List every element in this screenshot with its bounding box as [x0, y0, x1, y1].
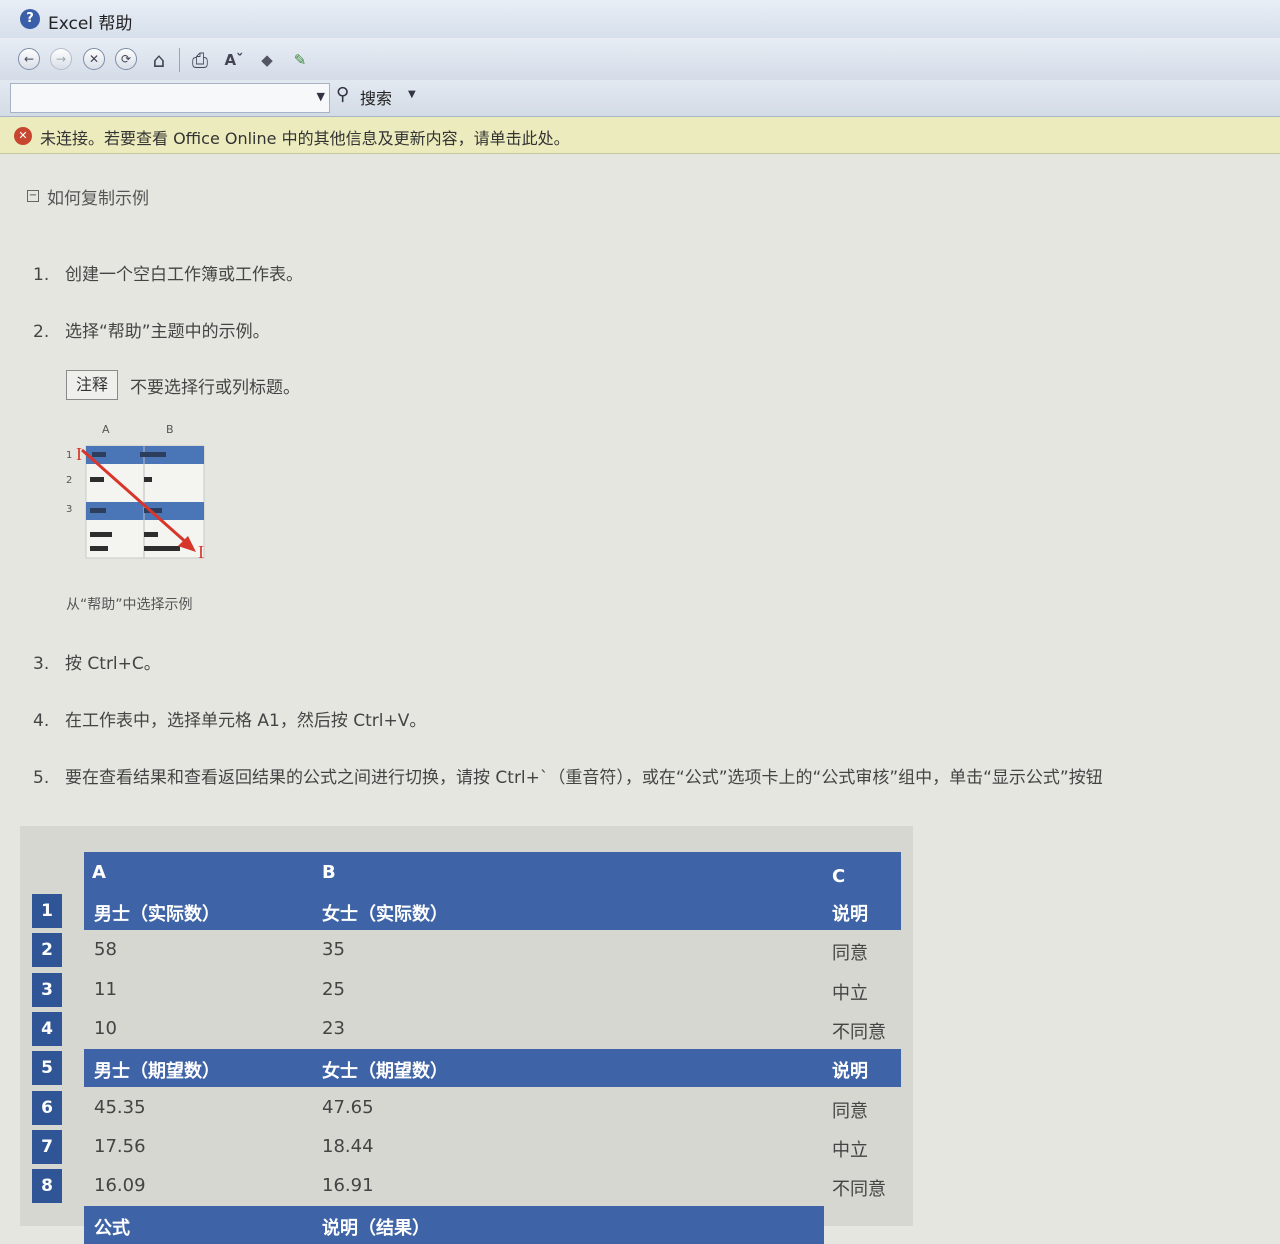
refresh-icon[interactable]: ⟳	[115, 48, 137, 70]
table-cell: 17.56	[94, 1135, 146, 1157]
error-icon: ✕	[14, 127, 32, 145]
table-row: 58 35 同意	[84, 931, 901, 969]
table-cell: 不同意	[832, 1179, 886, 1201]
table-row: 11 25 中立	[84, 971, 901, 1009]
diagram-caption: 从“帮助”中选择示例	[66, 597, 193, 613]
step-item: 1. 创建一个空白工作簿或工作表。	[33, 265, 303, 285]
column-headers: A B C	[84, 852, 901, 892]
step-item: 5. 要在查看结果和查看返回结果的公式之间进行切换，请按 Ctrl+`（重音符），…	[33, 768, 1103, 788]
table-cell: 女士（期望数）	[322, 1061, 448, 1083]
table-cell: 说明	[832, 1061, 868, 1083]
home-icon[interactable]: ⌂	[147, 48, 171, 72]
search-bar: ▼	[0, 80, 1280, 117]
offline-infobar[interactable]: ✕ 未连接。若要查看 Office Online 中的其他信息及更新内容，请单击…	[0, 117, 1280, 154]
search-options-dropdown-icon[interactable]: ▼	[408, 89, 416, 100]
table-cell: 男士（实际数）	[94, 904, 220, 925]
pin-icon[interactable]: ✎	[288, 48, 312, 72]
search-dropdown-icon[interactable]: ▼	[317, 90, 325, 103]
window-title: Excel 帮助	[48, 14, 133, 34]
diagram-col-b: B	[166, 423, 174, 436]
table-cell: 中立	[832, 1139, 868, 1161]
print-icon[interactable]: ⎙	[188, 48, 212, 72]
row-number: 6	[32, 1090, 62, 1125]
row-number: 1	[32, 894, 62, 928]
table-cell: 47.65	[322, 1096, 374, 1118]
search-box: ▼	[10, 83, 330, 113]
search-icon[interactable]: ⚲	[336, 84, 349, 105]
row-number: 7	[32, 1129, 62, 1164]
note-text: 不要选择行或列标题。	[130, 378, 300, 398]
table-cell: 公式	[94, 1218, 130, 1240]
table-row: 10 23 不同意	[84, 1010, 901, 1048]
table-row: 公式 说明（结果）	[84, 1206, 824, 1244]
table-cell: 35	[322, 939, 345, 961]
table-cell: 16.91	[322, 1175, 374, 1197]
back-icon[interactable]: ←	[18, 48, 40, 70]
step-item: 4. 在工作表中，选择单元格 A1，然后按 Ctrl+V。	[33, 711, 427, 731]
column-header-b: B	[322, 862, 336, 883]
table-cell: 10	[94, 1017, 117, 1039]
table-cell: 同意	[832, 1100, 868, 1122]
font-size-icon[interactable]: Aˇ	[222, 48, 246, 72]
section-title[interactable]: 如何复制示例	[47, 184, 149, 209]
table-cell: 说明（结果）	[322, 1218, 430, 1240]
table-cell: 男士（期望数）	[94, 1061, 220, 1083]
row-number: 3	[32, 972, 62, 1007]
column-header-a: A	[92, 862, 106, 883]
table-cell: 同意	[832, 943, 868, 965]
table-of-contents-icon[interactable]: ◆	[255, 48, 279, 72]
title-bar: ? Excel 帮助	[0, 0, 1280, 39]
table-cell: 23	[322, 1017, 345, 1039]
table-cell: 25	[322, 978, 345, 1000]
table-cell: 说明	[832, 904, 868, 925]
help-icon: ?	[20, 9, 40, 29]
table-cell: 58	[94, 939, 117, 961]
select-example-diagram: A B 1 2 3 I I	[66, 423, 205, 562]
table-row: 17.56 18.44 中立	[84, 1128, 901, 1166]
row-number: 4	[32, 1011, 62, 1046]
column-header-c: C	[832, 866, 846, 887]
forward-icon[interactable]: →	[50, 48, 72, 70]
diagram-row-2: 2	[66, 475, 72, 486]
search-input[interactable]	[11, 84, 309, 112]
table-cell: 45.35	[94, 1096, 146, 1118]
row-number: 5	[32, 1051, 62, 1086]
search-button[interactable]: 搜索	[360, 85, 392, 109]
toolbar: ← → ✕ ⟳ ⌂ ⎙ Aˇ ◆ ✎	[0, 38, 1280, 81]
note-badge: 注释	[66, 370, 118, 400]
table-cell: 16.09	[94, 1175, 146, 1197]
table-row: 45.35 47.65 同意	[84, 1089, 901, 1127]
table-cell: 中立	[832, 982, 868, 1004]
table-cell: 18.44	[322, 1135, 374, 1157]
table-row: 男士（期望数） 女士（期望数） 说明	[84, 1049, 901, 1088]
diagram-row-1: 1	[66, 450, 72, 461]
svg-text:I: I	[198, 542, 204, 562]
diagram-col-a: A	[102, 423, 110, 436]
row-number: 2	[32, 933, 62, 968]
infobar-text[interactable]: 未连接。若要查看 Office Online 中的其他信息及更新内容，请单击此处…	[40, 125, 570, 149]
example-table: A B C 12345678 男士（实际数） 女士（实际数） 说明 58 35 同意 11 2…	[20, 826, 913, 1244]
collapse-toggle-icon[interactable]: −	[27, 190, 39, 202]
toolbar-separator	[179, 48, 180, 72]
help-content: − 如何复制示例 1. 创建一个空白工作簿或工作表。 2. 选择“帮助”主题中的示例…	[0, 154, 1280, 1244]
step-item: 2. 选择“帮助”主题中的示例。	[33, 322, 270, 342]
stop-icon[interactable]: ✕	[83, 48, 105, 70]
row-number: 8	[32, 1169, 62, 1204]
diagram-row-3: 3	[66, 504, 72, 515]
table-cell: 不同意	[832, 1021, 886, 1043]
table-cell: 女士（实际数）	[322, 904, 448, 925]
step-item: 3. 按 Ctrl+C。	[33, 654, 161, 674]
table-row: 男士（实际数） 女士（实际数） 说明	[84, 892, 901, 930]
svg-text:I: I	[76, 444, 82, 464]
table-row: 16.09 16.91 不同意	[84, 1167, 901, 1205]
table-cell: 11	[94, 978, 117, 1000]
